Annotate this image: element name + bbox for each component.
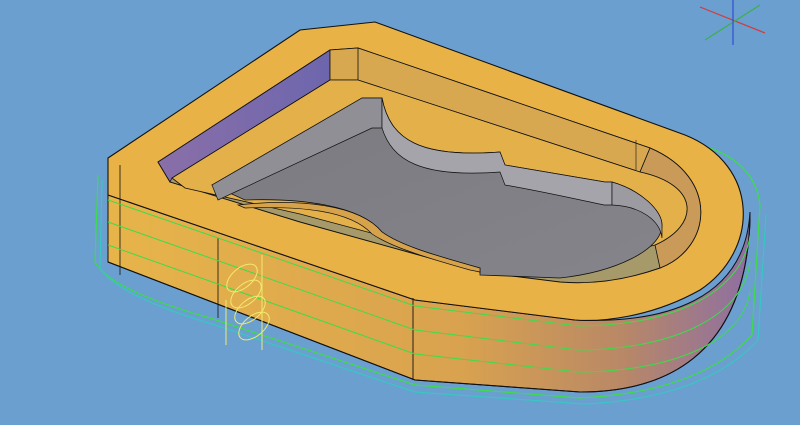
axis-triad-icon[interactable] — [699, 0, 766, 45]
cad-viewport[interactable] — [0, 0, 800, 425]
model-view[interactable] — [0, 0, 800, 425]
